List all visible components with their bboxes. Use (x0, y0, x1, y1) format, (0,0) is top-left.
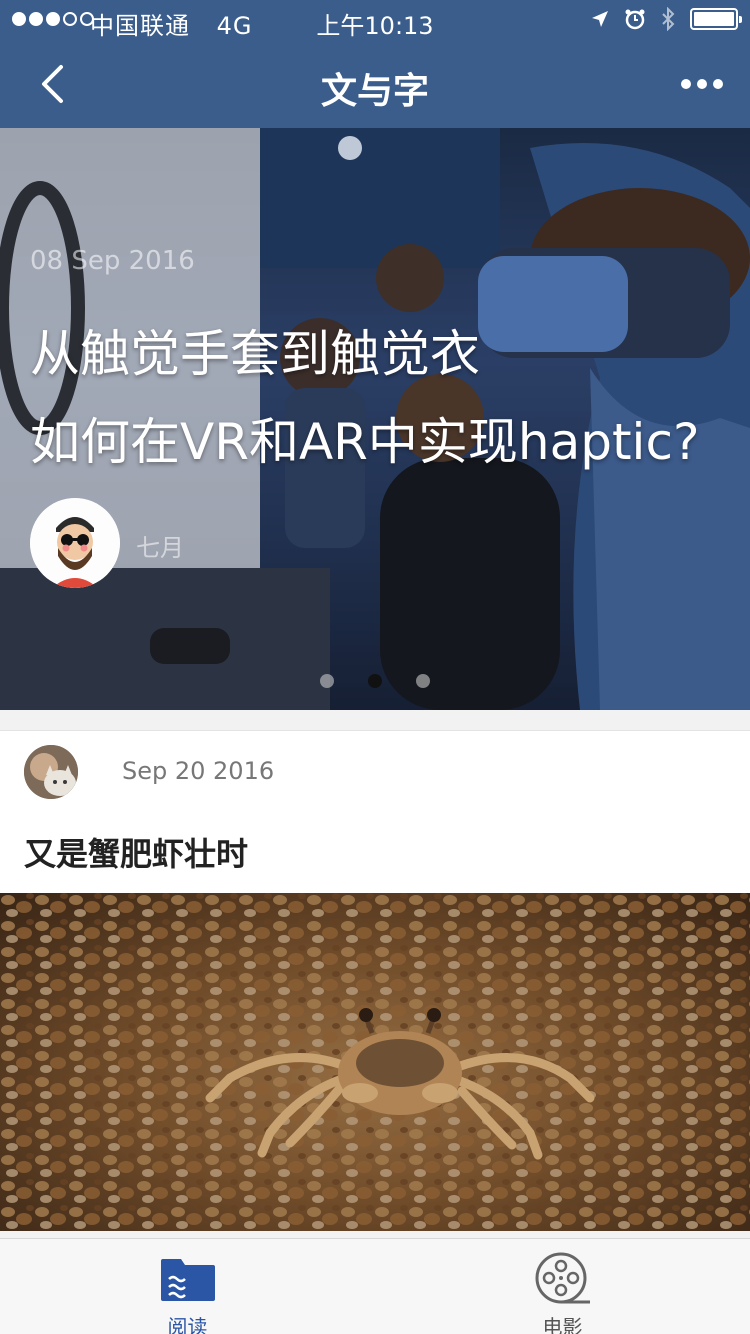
tab-reading-label: 阅读 (167, 1315, 208, 1334)
carousel-dot[interactable] (416, 674, 430, 688)
more-dots-icon (681, 79, 691, 89)
carousel-dot[interactable] (368, 674, 382, 688)
alarm-icon (625, 9, 645, 30)
bluetooth-icon (662, 7, 675, 31)
top-bar: 中国联通 4G 上午10:13 文与字 (0, 0, 750, 128)
article-title[interactable]: 又是蟹肥虾壮时 (24, 829, 248, 875)
banner-title-line-2: 如何在VR和AR中实现haptic? (30, 413, 700, 471)
film-reel-icon (534, 1251, 592, 1309)
more-button[interactable] (678, 66, 726, 102)
carousel-dot[interactable] (320, 674, 334, 688)
banner-carousel[interactable]: 08 Sep 2016 从触觉手套到触觉衣 如何在VR和AR中实现haptic?… (0, 128, 750, 710)
article-card[interactable]: Sep 20 2016 又是蟹肥虾壮时 (0, 730, 750, 1231)
tab-reading[interactable]: 阅读 (0, 1239, 375, 1334)
crab-image (0, 893, 750, 1231)
location-arrow-icon (592, 11, 608, 27)
author-avatar-image (30, 498, 120, 588)
banner-title[interactable]: 从触觉手套到触觉衣 如何在VR和AR中实现haptic? (30, 310, 750, 486)
page-title: 文与字 (320, 71, 429, 112)
article-author-avatar[interactable] (24, 745, 78, 799)
banner-author-name[interactable]: 七月 (136, 528, 184, 563)
banner-date: 08 Sep 2016 (30, 246, 195, 276)
carousel-pagination (320, 674, 430, 688)
article-cover-image[interactable] (0, 893, 750, 1231)
status-bar: 中国联通 4G 上午10:13 (0, 0, 750, 40)
article-date: Sep 20 2016 (122, 757, 275, 785)
navigation-bar: 文与字 (0, 40, 750, 128)
battery-icon (690, 8, 742, 30)
author-avatar[interactable] (30, 498, 120, 588)
tab-movie[interactable]: 电影 (375, 1239, 750, 1334)
banner-title-line-1: 从触觉手套到触觉衣 (30, 325, 480, 383)
reading-icon (159, 1251, 217, 1309)
tab-movie-label: 电影 (542, 1315, 583, 1334)
tab-bar: 阅读 电影 (0, 1238, 750, 1334)
cat-avatar-image (24, 745, 78, 799)
status-icons (590, 7, 742, 31)
